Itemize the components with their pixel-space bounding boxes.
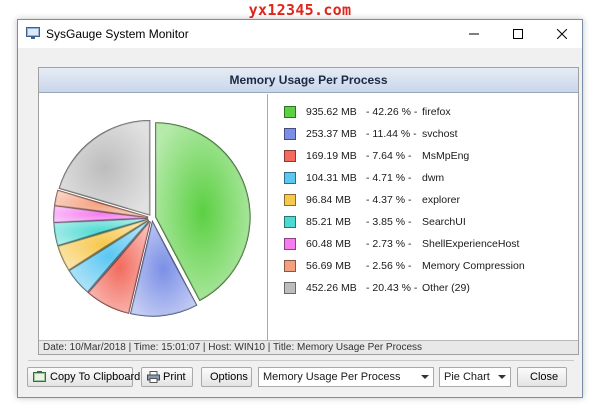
maximize-button[interactable] (500, 20, 536, 48)
minimize-icon (469, 33, 479, 35)
close-button[interactable]: Close (517, 367, 567, 387)
legend-item: 85.21 MB - 3.85 % - SearchUI (268, 212, 578, 232)
legend-percent-value: - 3.85 % - (366, 216, 412, 228)
options-button-label: Options (210, 371, 248, 383)
copy-to-clipboard-button[interactable]: Copy To Clipboard (27, 367, 140, 387)
legend-process-name: svchost (422, 128, 458, 140)
legend-swatch (284, 282, 296, 294)
legend-process-name: ShellExperienceHost (422, 238, 520, 250)
legend-swatch (284, 150, 296, 162)
legend-process-name: firefox (422, 106, 451, 118)
chart-panel: Memory Usage Per Process 935.62 MB - 42.2… (38, 67, 579, 355)
minimize-button[interactable] (456, 20, 492, 48)
options-button[interactable]: Options (201, 367, 252, 387)
legend-process-name: dwm (422, 172, 445, 184)
monitor-app-icon (26, 27, 40, 39)
chart-title: Memory Usage Per Process (39, 68, 578, 93)
legend-memory-value: 935.62 MB (306, 106, 357, 118)
close-icon (557, 29, 567, 39)
legend-process-name: Memory Compression (422, 260, 525, 272)
legend-item: 452.26 MB - 20.43 % - Other (29) (268, 278, 578, 298)
maximize-icon (513, 29, 523, 39)
chart-type-value: Pie Chart (444, 371, 490, 383)
legend-memory-value: 96.84 MB (306, 194, 351, 206)
watermark-text: yx12345.com (248, 1, 352, 19)
legend-item: 96.84 MB - 4.37 % - explorer (268, 190, 578, 210)
toolbar-separator (28, 360, 574, 361)
app-window: SysGauge System Monitor Memory Usage Per… (17, 19, 583, 398)
legend-item: 935.62 MB - 42.26 % - firefox (268, 102, 578, 122)
printer-icon (147, 371, 160, 383)
close-button-label: Close (530, 371, 559, 383)
copy-button-label: Copy To Clipboard (50, 371, 141, 383)
legend-percent-value: - 11.44 % - (366, 128, 417, 140)
legend-swatch (284, 216, 296, 228)
legend-swatch (284, 128, 296, 140)
legend-process-name: SearchUI (422, 216, 466, 228)
window-title: SysGauge System Monitor (46, 27, 189, 41)
legend-process-name: Other (29) (422, 282, 470, 294)
pie-chart (53, 120, 251, 317)
legend-percent-value: - 20.43 % - (366, 282, 418, 294)
legend-swatch (284, 260, 296, 272)
legend-percent-value: - 2.56 % - (366, 260, 412, 272)
legend-swatch (284, 172, 296, 184)
chevron-down-icon (421, 375, 429, 379)
legend-percent-value: - 2.73 % - (366, 238, 412, 250)
legend-process-name: MsMpEng (422, 150, 470, 162)
chart-type-dropdown[interactable]: Pie Chart (439, 367, 511, 387)
chevron-down-icon (498, 375, 506, 379)
print-button[interactable]: Print (141, 367, 193, 387)
legend-swatch (284, 238, 296, 250)
legend-item: 253.37 MB - 11.44 % - svchost (268, 124, 578, 144)
legend-percent-value: - 4.37 % - (366, 194, 412, 206)
legend-item: 169.19 MB - 7.64 % - MsMpEng (268, 146, 578, 166)
chart-select-value: Memory Usage Per Process (263, 371, 401, 383)
legend-process-name: explorer (422, 194, 460, 206)
title-bar[interactable]: SysGauge System Monitor (18, 20, 582, 48)
legend-memory-value: 56.69 MB (306, 260, 351, 272)
close-window-button[interactable] (544, 20, 580, 48)
legend-percent-value: - 42.26 % - (366, 106, 418, 118)
legend-memory-value: 85.21 MB (306, 216, 351, 228)
legend-item: 56.69 MB - 2.56 % - Memory Compression (268, 256, 578, 276)
legend-swatch (284, 106, 296, 118)
chart-status-bar: Date: 10/Mar/2018 | Time: 15:01:07 | Hos… (39, 340, 578, 354)
legend-item: 60.48 MB - 2.73 % - ShellExperienceHost (268, 234, 578, 254)
legend-memory-value: 452.26 MB (306, 282, 357, 294)
legend-memory-value: 169.19 MB (306, 150, 357, 162)
legend-percent-value: - 7.64 % - (366, 150, 412, 162)
legend-percent-value: - 4.71 % - (366, 172, 412, 184)
legend-memory-value: 253.37 MB (306, 128, 357, 140)
chart-select-dropdown[interactable]: Memory Usage Per Process (258, 367, 434, 387)
legend-item: 104.31 MB - 4.71 % - dwm (268, 168, 578, 188)
legend-swatch (284, 194, 296, 206)
legend-memory-value: 104.31 MB (306, 172, 357, 184)
chart-legend: 935.62 MB - 42.26 % - firefox 253.37 MB - 11… (268, 94, 578, 340)
clipboard-icon (33, 371, 46, 382)
print-button-label: Print (163, 371, 186, 383)
legend-memory-value: 60.48 MB (306, 238, 351, 250)
pie-chart-area (39, 94, 267, 340)
